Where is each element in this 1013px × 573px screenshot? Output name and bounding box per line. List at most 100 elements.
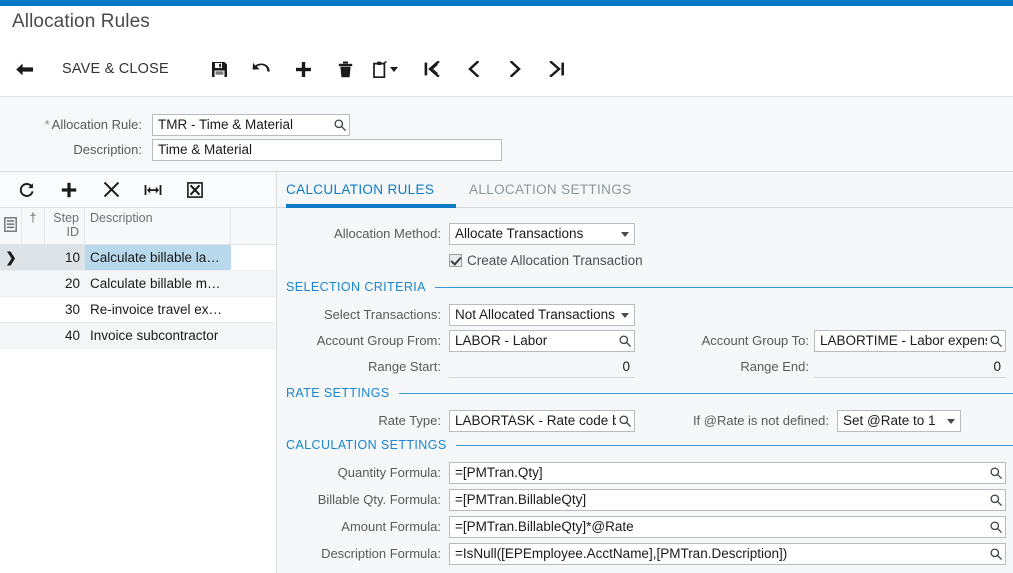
- quantity-formula-value: =[PMTran.Qty]: [455, 465, 543, 480]
- chevron-down-icon: [390, 66, 399, 72]
- create-allocation-transaction-checkbox[interactable]: Create Allocation Transaction: [449, 253, 643, 268]
- row-selector[interactable]: [0, 297, 22, 322]
- range-start-label: Range Start:: [368, 359, 441, 374]
- billable-qty-formula-value: =[PMTran.BillableQty]: [455, 492, 587, 507]
- main-toolbar: SAVE & CLOSE: [0, 48, 1013, 90]
- save-and-close-button[interactable]: SAVE & CLOSE: [48, 48, 183, 90]
- delete-row-close-x-icon[interactable]: [90, 173, 132, 207]
- arrow-left-icon[interactable]: [0, 48, 48, 90]
- magnifier-icon[interactable]: [616, 335, 634, 347]
- account-group-to-input[interactable]: LABORTIME - Labor expens: [814, 330, 1006, 352]
- chevron-down-icon[interactable]: [942, 418, 960, 424]
- amount-formula-input[interactable]: =[PMTran.BillableQty]*@Rate: [449, 516, 1006, 538]
- fit-width-icon[interactable]: [132, 173, 174, 207]
- allocation-rule-label: * Allocation Rule:: [14, 114, 142, 136]
- row-flag: [22, 323, 45, 348]
- range-start-input[interactable]: 0: [449, 356, 635, 378]
- section-divider-line: [434, 286, 1013, 288]
- magnifier-icon[interactable]: [616, 415, 634, 427]
- notes-column-header[interactable]: [0, 208, 22, 245]
- grid-body: ❯ 10 Calculate billable la… 20 Calculate…: [0, 245, 276, 349]
- row-selector[interactable]: ❯: [0, 245, 22, 270]
- allocation-method-value: Allocate Transactions: [455, 226, 584, 241]
- tab-calculation-rules[interactable]: CALCULATION RULES: [286, 172, 434, 207]
- top-accent-bar: [0, 0, 1013, 6]
- chevron-down-icon[interactable]: [616, 312, 634, 318]
- plus-icon[interactable]: [283, 48, 325, 90]
- row-selector[interactable]: [0, 271, 22, 296]
- select-transactions-value: Not Allocated Transactions: [455, 307, 615, 322]
- description-label: Description:: [73, 142, 142, 157]
- row-step-id: 40: [64, 328, 80, 343]
- rate-type-input[interactable]: LABORTASK - Rate code b: [449, 410, 635, 432]
- rate-type-value: LABORTASK - Rate code b: [455, 413, 616, 428]
- chevron-down-icon[interactable]: [616, 231, 634, 237]
- flag-column-header[interactable]: †: [22, 208, 45, 245]
- range-end-label: Range End:: [740, 359, 809, 374]
- page-title: Allocation Rules: [12, 11, 150, 32]
- row-description: Invoice subcontractor: [90, 328, 219, 343]
- row-flag: [22, 297, 45, 322]
- row-selector[interactable]: [0, 323, 22, 348]
- magnifier-icon[interactable]: [987, 467, 1005, 479]
- table-row[interactable]: ❯ 10 Calculate billable la…: [0, 245, 276, 271]
- clipboard-menu-button[interactable]: [367, 48, 405, 90]
- allocation-rule-value: TMR - Time & Material: [158, 117, 294, 132]
- description-input[interactable]: Time & Material: [152, 139, 502, 161]
- row-step-id: 20: [64, 276, 80, 291]
- account-group-from-value: LABOR - Labor: [455, 333, 548, 348]
- account-group-from-input[interactable]: LABOR - Labor: [449, 330, 635, 352]
- add-row-plus-icon[interactable]: [48, 173, 90, 207]
- go-previous-icon[interactable]: [453, 48, 495, 90]
- calculation-settings-title: CALCULATION SETTINGS: [286, 438, 447, 452]
- description-formula-value: =IsNull([EPEmployee.AcctName],[PMTran.De…: [455, 546, 788, 561]
- description-column-header[interactable]: Description: [85, 208, 231, 245]
- save-floppy-icon[interactable]: [199, 48, 241, 90]
- allocation-rule-label-text: Allocation Rule:: [51, 117, 142, 132]
- allocation-method-select[interactable]: Allocate Transactions: [449, 223, 635, 245]
- export-excel-icon[interactable]: [174, 173, 216, 207]
- go-first-icon[interactable]: [411, 48, 453, 90]
- allocation-rule-input[interactable]: TMR - Time & Material: [152, 114, 350, 136]
- undo-arrow-icon[interactable]: [241, 48, 283, 90]
- magnifier-icon[interactable]: [987, 548, 1005, 560]
- row-step-id: 10: [45, 245, 85, 270]
- row-filler: [231, 245, 276, 270]
- rate-type-label: Rate Type:: [378, 413, 441, 428]
- step-id-column-header[interactable]: Step ID: [45, 208, 85, 245]
- description-formula-input[interactable]: =IsNull([EPEmployee.AcctName],[PMTran.De…: [449, 543, 1006, 565]
- select-transactions-label: Select Transactions:: [323, 307, 441, 322]
- row-filler: [231, 323, 276, 348]
- row-flag: [22, 271, 45, 296]
- notes-icon: [4, 217, 17, 235]
- allocation-method-label: Allocation Method:: [334, 226, 441, 241]
- table-row[interactable]: 20 Calculate billable m…: [0, 271, 276, 297]
- grid-header-filler: [231, 208, 276, 245]
- table-row[interactable]: 30 Re-invoice travel ex…: [0, 297, 276, 323]
- magnifier-icon[interactable]: [331, 119, 349, 131]
- create-allocation-transaction-label: Create Allocation Transaction: [467, 253, 643, 268]
- go-last-icon[interactable]: [537, 48, 579, 90]
- table-row[interactable]: 40 Invoice subcontractor: [0, 323, 276, 349]
- range-end-input[interactable]: 0: [814, 356, 1006, 378]
- quantity-formula-input[interactable]: =[PMTran.Qty]: [449, 462, 1006, 484]
- billable-qty-formula-input[interactable]: =[PMTran.BillableQty]: [449, 489, 1006, 511]
- billable-qty-formula-label: Billable Qty. Formula:: [317, 492, 441, 507]
- tab-allocation-settings[interactable]: ALLOCATION SETTINGS: [469, 172, 631, 207]
- refresh-icon[interactable]: [6, 173, 48, 207]
- magnifier-icon[interactable]: [987, 521, 1005, 533]
- row-filler: [231, 297, 276, 322]
- row-description: Calculate billable la…: [85, 245, 231, 270]
- select-transactions-select[interactable]: Not Allocated Transactions: [449, 304, 635, 326]
- rate-not-defined-select[interactable]: Set @Rate to 1: [837, 410, 961, 432]
- magnifier-icon[interactable]: [987, 494, 1005, 506]
- go-next-icon[interactable]: [495, 48, 537, 90]
- trash-icon[interactable]: [325, 48, 367, 90]
- row-description: Re-invoice travel ex…: [90, 302, 223, 317]
- rate-settings-title: RATE SETTINGS: [286, 386, 390, 400]
- row-filler: [231, 271, 276, 296]
- checkbox-box: [449, 254, 462, 267]
- summary-header-area: * Allocation Rule: TMR - Time & Material …: [0, 96, 1013, 172]
- magnifier-icon[interactable]: [987, 335, 1005, 347]
- amount-formula-label: Amount Formula:: [341, 519, 441, 534]
